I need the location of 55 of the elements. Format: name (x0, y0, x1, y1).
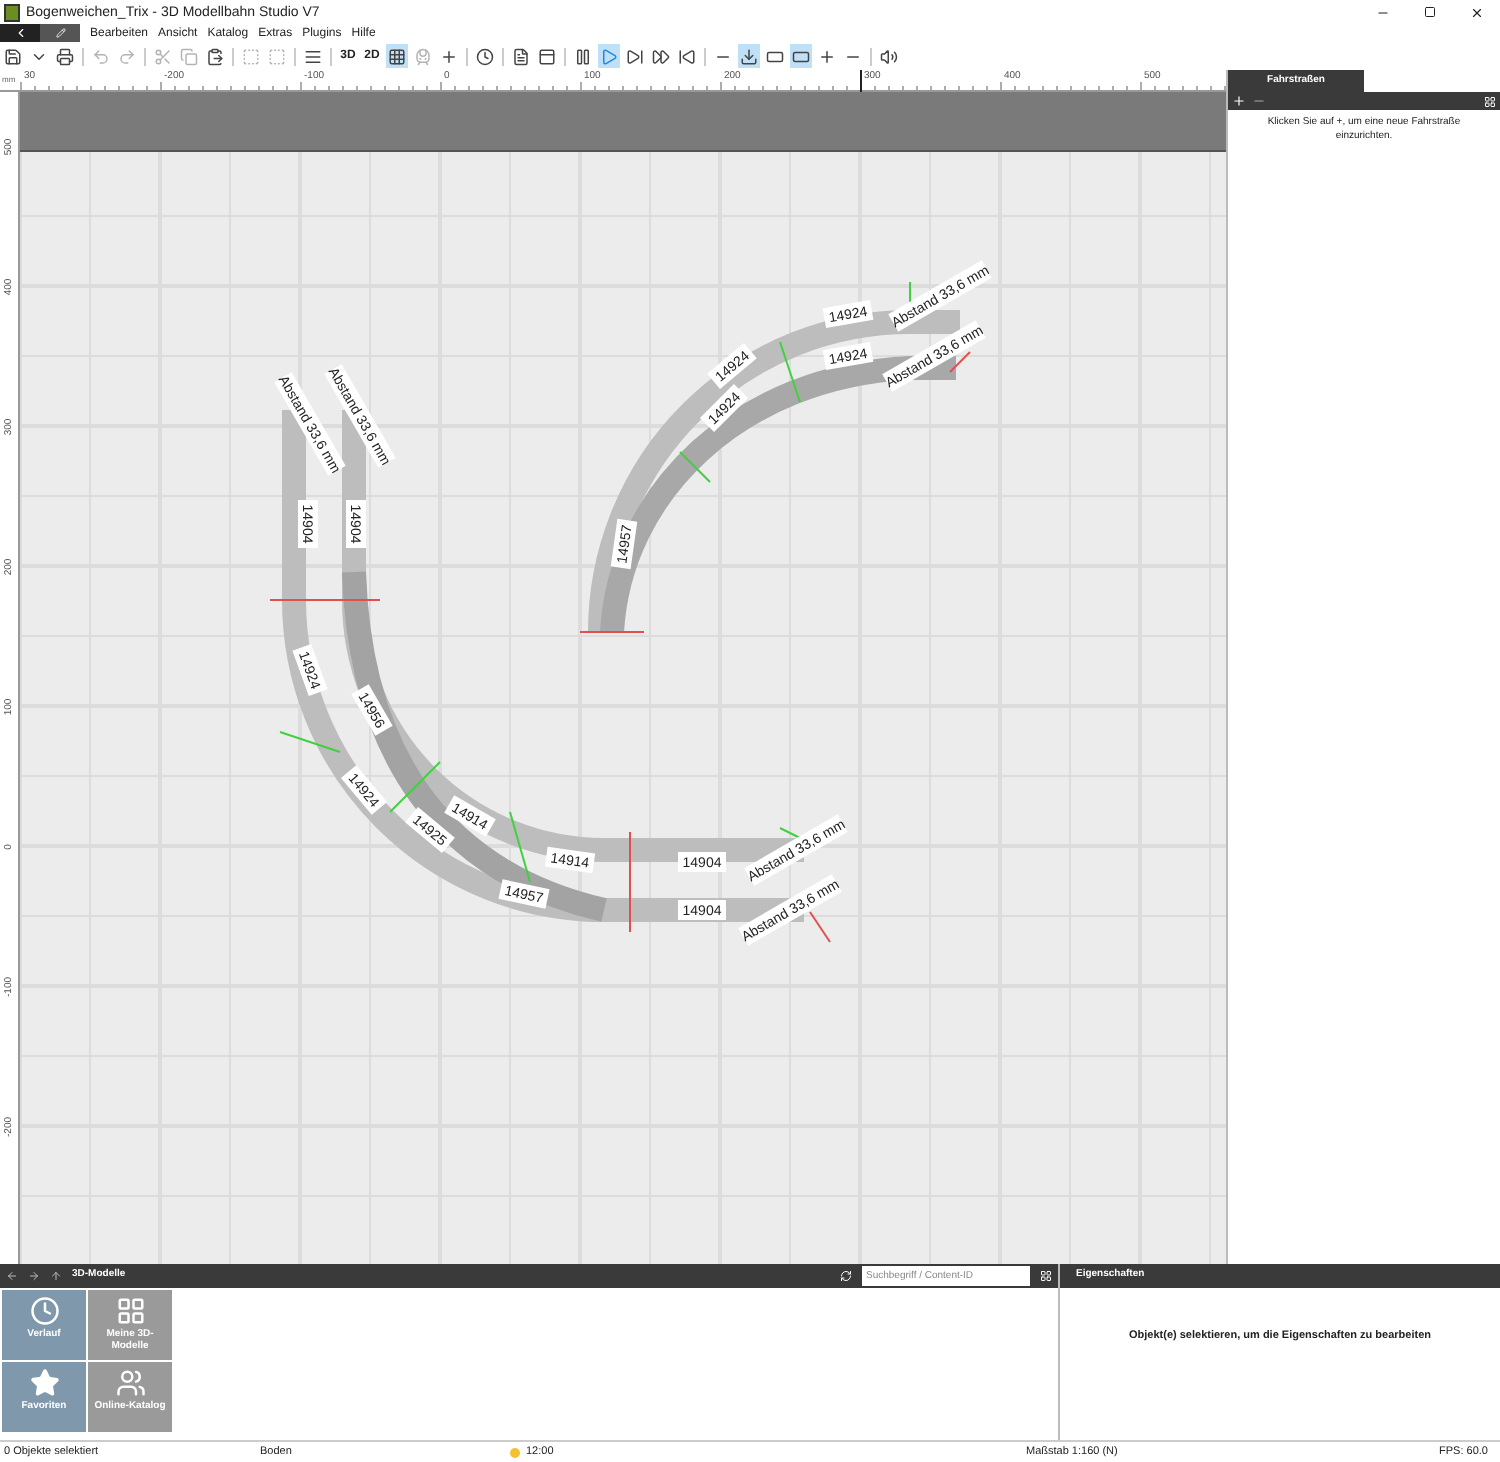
copy-icon (180, 47, 198, 65)
document-icon (512, 47, 530, 65)
speaker-icon (880, 47, 898, 65)
toolbar-button[interactable] (204, 44, 226, 68)
toolbar-button[interactable] (738, 44, 760, 68)
restore-icon[interactable] (1424, 6, 1436, 18)
cut-icon (154, 47, 172, 65)
list-icon (304, 47, 322, 65)
grid-icon[interactable] (1040, 1270, 1052, 1282)
grid-icon (388, 47, 406, 65)
close-icon[interactable] (1470, 5, 1484, 19)
redo-icon (118, 47, 136, 65)
toolbar-button[interactable] (2, 44, 24, 68)
sun-icon (510, 1447, 520, 1457)
pencil-icon (55, 28, 65, 38)
save-icon (4, 47, 22, 65)
add-icon[interactable] (1232, 94, 1246, 108)
up-icon[interactable] (50, 1270, 62, 1282)
grid-icon (115, 1296, 145, 1326)
toolbar-button[interactable] (878, 44, 900, 68)
panel-icon (538, 47, 556, 65)
toolbar-button[interactable] (386, 44, 408, 68)
star-icon (29, 1368, 59, 1398)
play-icon (600, 47, 618, 65)
step-icon (626, 47, 644, 65)
app-icon (4, 3, 20, 21)
plus-icon (818, 47, 836, 65)
toolbar-button[interactable] (624, 44, 646, 68)
clock-icon (29, 1296, 59, 1326)
back-icon[interactable] (6, 1270, 18, 1282)
plus-icon (440, 47, 458, 65)
toolbar-button[interactable] (474, 44, 496, 68)
fast-forward-icon (652, 47, 670, 65)
toolbar-button[interactable] (790, 44, 812, 68)
refresh-icon[interactable] (840, 1270, 852, 1282)
toolbar-button[interactable] (54, 44, 76, 68)
toolbar-button[interactable] (676, 44, 698, 68)
select-icon (242, 47, 260, 65)
pause-icon (574, 47, 592, 65)
people-icon (115, 1368, 145, 1398)
grid-icon[interactable] (1484, 95, 1496, 107)
paste-icon (206, 47, 224, 65)
back-icon (13, 26, 27, 40)
toolbar-button[interactable] (572, 44, 594, 68)
toolbar-button[interactable] (650, 44, 672, 68)
download-icon (740, 47, 758, 65)
clock-icon (476, 47, 494, 65)
forward-icon[interactable] (28, 1270, 40, 1282)
toolbar-button[interactable] (536, 44, 558, 68)
end-icon (678, 47, 696, 65)
undo-icon (92, 47, 110, 65)
print-icon (56, 47, 74, 65)
train-icon (414, 47, 432, 65)
toolbar-button[interactable] (510, 44, 532, 68)
select-icon (268, 47, 286, 65)
